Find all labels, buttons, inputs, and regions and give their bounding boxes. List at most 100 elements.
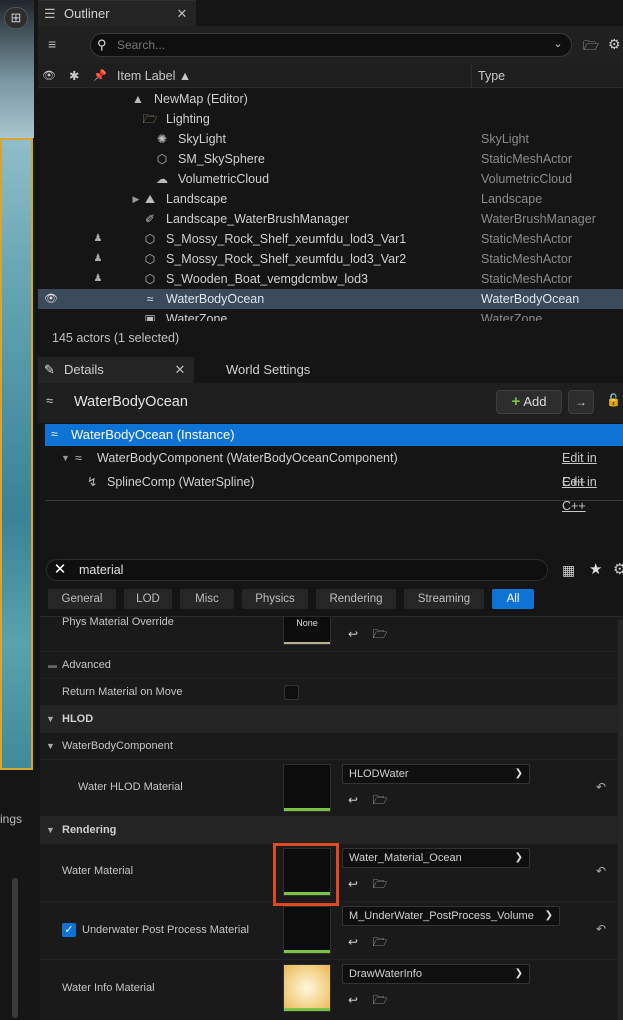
category-lod[interactable]: LOD (124, 589, 172, 609)
close-icon[interactable]: ✕ (174, 1, 190, 27)
outliner-icon: ☰ (44, 6, 56, 21)
viewport-scrollbar[interactable] (12, 878, 18, 1018)
gear-icon[interactable]: ⚙ (608, 36, 623, 52)
outliner-row-landscape[interactable]: ▶ ⛰ Landscape Landscape (38, 189, 623, 209)
property-label: Water Material (62, 865, 134, 877)
browse-back-icon[interactable]: ↩ (345, 626, 361, 642)
property-row-advanced[interactable]: ▬ Advanced (40, 652, 623, 679)
outliner-row-skylight[interactable]: ✺ SkyLight SkyLight (38, 129, 623, 149)
outliner-search[interactable]: ⚲ ⌄ (90, 33, 572, 57)
column-type[interactable]: Type (478, 64, 505, 88)
level-viewport[interactable]: ⊞ ings (0, 0, 34, 1020)
collapse-arrow-icon[interactable]: ▼ (46, 714, 55, 724)
reset-to-default-icon[interactable]: ↶ (596, 864, 610, 878)
category-row-waterbodycomponent[interactable]: ▼ WaterBodyComponent (40, 733, 623, 760)
outliner-row-waterbrushmanager[interactable]: ✐ Landscape_WaterBrushManager WaterBrush… (38, 209, 623, 229)
favorite-column-icon[interactable]: ✱ (69, 64, 79, 88)
asset-thumbnail[interactable] (283, 764, 331, 812)
tab-outliner[interactable]: ☰ Outliner ✕ (38, 0, 196, 26)
outliner-row-volumetriccloud[interactable]: ☁ VolumetricCloud VolumetricCloud (38, 169, 623, 189)
outliner-row-rock-var1[interactable]: ♟ ⬡ S_Mossy_Rock_Shelf_xeumfdu_lod3_Var1… (38, 229, 623, 249)
outliner-row-waterzone[interactable]: ▣ WaterZone WaterZone (38, 309, 623, 321)
gear-icon[interactable]: ⚙ (613, 560, 623, 578)
edit-in-cpp-link[interactable]: Edit in C++ (562, 470, 623, 518)
browse-folder-icon[interactable]: 🗁 (372, 792, 388, 808)
star-icon[interactable]: ★ (589, 560, 605, 578)
browse-back-icon[interactable]: ↩ (345, 876, 361, 892)
viewport-options-icon[interactable]: ⊞ (4, 7, 28, 29)
chevron-down-icon[interactable]: ⌄ (549, 37, 567, 53)
browse-folder-icon[interactable]: 🗁 (372, 934, 388, 950)
outliner-row-lighting[interactable]: 🗁 Lighting (38, 109, 623, 129)
details-header: ≈ WaterBodyOcean + Add → 🔓 (38, 383, 623, 423)
component-row-waterbody[interactable]: ▼ ≈ WaterBodyComponent (WaterBodyOceanCo… (45, 446, 623, 489)
category-row-hlod[interactable]: ▼ HLOD (40, 706, 623, 733)
category-label: WaterBodyComponent (62, 740, 173, 752)
lock-icon[interactable]: 🔓 (606, 393, 621, 409)
collapse-arrow-icon[interactable]: ▼ (61, 446, 70, 470)
cloud-icon: ☁ (156, 172, 168, 186)
browse-folder-icon[interactable]: 🗁 (372, 992, 388, 1008)
asset-thumbnail[interactable] (283, 964, 331, 1012)
pin-icon[interactable]: ♟ (92, 249, 104, 269)
asset-thumbnail[interactable]: None (283, 617, 331, 645)
property-row-return-material: Return Material on Move (40, 679, 623, 706)
visibility-column-icon[interactable]: 👁 (42, 64, 56, 88)
category-row-rendering[interactable]: ▼ Rendering (40, 817, 623, 844)
details-search-input[interactable] (79, 560, 539, 580)
outliner-row-rock-var2[interactable]: ♟ ⬡ S_Mossy_Rock_Shelf_xeumfdu_lod3_Var2… (38, 249, 623, 269)
collapse-arrow-icon[interactable]: ▼ (46, 825, 55, 835)
search-input[interactable] (117, 34, 537, 56)
return-material-checkbox[interactable] (284, 685, 299, 700)
filter-icon[interactable]: ≡ (48, 36, 70, 54)
close-icon[interactable]: ✕ (172, 357, 188, 383)
component-row-spline[interactable]: ↯ SplineComp (WaterSpline) Edit in C++ (45, 470, 623, 513)
underwater-pp-checkbox[interactable]: ✓ (62, 923, 76, 937)
water-body-icon: ≈ (51, 427, 58, 441)
pin-column-icon[interactable]: 📌 (93, 64, 107, 88)
category-misc[interactable]: Misc (180, 589, 234, 609)
clear-icon[interactable]: ✕ (51, 560, 69, 580)
asset-type-bar (284, 1008, 330, 1011)
tab-world-settings[interactable]: World Settings (196, 357, 356, 383)
blueprint-icon[interactable]: → (568, 390, 594, 414)
asset-picker[interactable]: M_UnderWater_PostProcess_Volume ❯ (342, 906, 560, 926)
asset-picker[interactable]: HLODWater ❯ (342, 764, 530, 784)
pin-icon[interactable]: ♟ (92, 269, 104, 289)
category-general[interactable]: General (48, 589, 116, 609)
category-filter-bar: General LOD Misc Physics Rendering Strea… (48, 589, 623, 611)
outliner-row-waterbodyocean[interactable]: 👁 ≈ WaterBodyOcean WaterBodyOcean (38, 289, 623, 309)
column-item-label[interactable]: Item Label ▲ (117, 64, 191, 88)
outliner-row-newmap[interactable]: ▲ NewMap (Editor) (38, 89, 623, 109)
reset-to-default-icon[interactable]: ↶ (596, 780, 610, 794)
outliner-row-wooden-boat[interactable]: ♟ ⬡ S_Wooden_Boat_vemgdcmbw_lod3 StaticM… (38, 269, 623, 289)
pin-icon[interactable]: ♟ (92, 229, 104, 249)
outliner-row-skysphere[interactable]: ⬡ SM_SkySphere StaticMeshActor (38, 149, 623, 169)
collapse-arrow-icon[interactable]: ▼ (46, 741, 55, 751)
browse-back-icon[interactable]: ↩ (345, 992, 361, 1008)
add-component-button[interactable]: + Add (496, 390, 562, 414)
asset-picker[interactable]: DrawWaterInfo ❯ (342, 964, 530, 984)
reset-to-default-icon[interactable]: ↶ (596, 922, 610, 936)
browse-back-icon[interactable]: ↩ (345, 792, 361, 808)
browse-folder-icon[interactable]: 🗁 (372, 876, 388, 892)
browse-folder-icon[interactable]: 🗁 (372, 626, 388, 642)
visibility-eye-icon[interactable]: 👁 (44, 289, 58, 309)
browse-back-icon[interactable]: ↩ (345, 934, 361, 950)
asset-picker[interactable]: Water_Material_Ocean ❯ (342, 848, 530, 868)
category-streaming[interactable]: Streaming (404, 589, 484, 609)
tab-details[interactable]: ✎ Details ✕ (38, 357, 194, 383)
add-folder-icon[interactable]: 🗁 (583, 37, 599, 53)
details-scrollbar[interactable] (618, 620, 623, 1020)
table-view-icon[interactable]: ▦ (562, 562, 578, 578)
category-physics[interactable]: Physics (242, 589, 308, 609)
category-all[interactable]: All (492, 589, 534, 609)
viewport-settings-text[interactable]: ings (0, 812, 34, 826)
row-label: NewMap (Editor) (154, 92, 248, 106)
category-rendering[interactable]: Rendering (316, 589, 396, 609)
details-search[interactable]: ✕ (46, 559, 548, 581)
outliner-tree: ▲ NewMap (Editor) 🗁 Lighting ✺ SkyLight … (38, 89, 623, 321)
chevron-down-icon: ❯ (514, 768, 523, 779)
component-instance-row[interactable]: ≈ WaterBodyOcean (Instance) (45, 424, 623, 446)
asset-thumbnail[interactable] (283, 906, 331, 954)
